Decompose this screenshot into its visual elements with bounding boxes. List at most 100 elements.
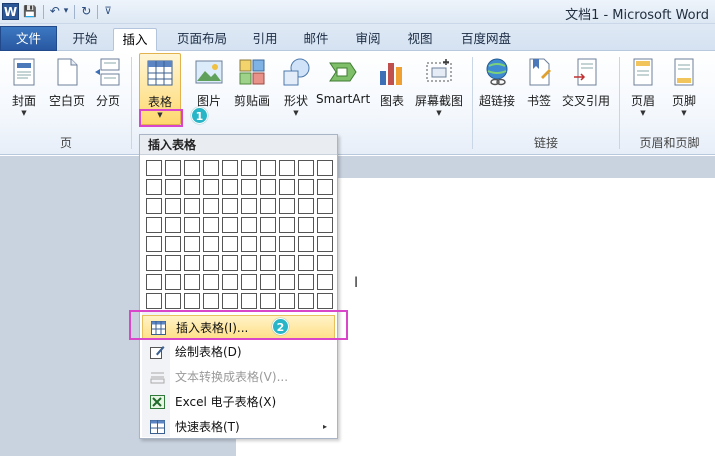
table-grid-cell[interactable] [260, 236, 276, 252]
table-grid-cell[interactable] [279, 255, 295, 271]
table-grid-cell[interactable] [279, 160, 295, 176]
table-grid-cell[interactable] [260, 198, 276, 214]
table-grid-cell[interactable] [260, 293, 276, 309]
table-grid-cell[interactable] [279, 198, 295, 214]
undo-icon[interactable]: ↶ [50, 3, 60, 20]
table-grid-cell[interactable] [146, 217, 162, 233]
table-grid-cell[interactable] [317, 198, 333, 214]
page-break-button[interactable]: 分页 [90, 55, 126, 119]
table-grid-cell[interactable] [241, 255, 257, 271]
table-grid-cell[interactable] [317, 217, 333, 233]
table-grid-cell[interactable] [165, 255, 181, 271]
tab-view[interactable]: 视图 [399, 28, 441, 51]
table-grid-cell[interactable] [317, 160, 333, 176]
table-grid-cell[interactable] [279, 274, 295, 290]
table-grid-cell[interactable] [184, 160, 200, 176]
cover-page-button[interactable]: 封面 ▼ [4, 55, 44, 119]
table-grid-cell[interactable] [165, 217, 181, 233]
tab-home[interactable]: 开始 [63, 28, 107, 51]
menu-item-excel-spreadsheet[interactable]: Excel 电子表格(X) [142, 390, 335, 414]
table-grid-cell[interactable] [222, 179, 238, 195]
table-grid-cell[interactable] [146, 255, 162, 271]
table-grid-cell[interactable] [165, 179, 181, 195]
table-grid-cell[interactable] [298, 255, 314, 271]
tab-page-layout[interactable]: 页面布局 [167, 28, 237, 51]
table-grid-cell[interactable] [222, 274, 238, 290]
table-grid-cell[interactable] [241, 293, 257, 309]
table-grid-cell[interactable] [222, 160, 238, 176]
table-grid-cell[interactable] [203, 217, 219, 233]
table-grid-cell[interactable] [241, 274, 257, 290]
table-grid-cell[interactable] [203, 160, 219, 176]
customize-qat-icon[interactable]: ⊽ [104, 3, 111, 20]
table-grid-cell[interactable] [165, 160, 181, 176]
table-grid-cell[interactable] [241, 198, 257, 214]
table-grid-cell[interactable] [298, 236, 314, 252]
table-grid-cell[interactable] [203, 293, 219, 309]
tab-mailings[interactable]: 邮件 [295, 28, 337, 51]
header-button[interactable]: 页眉 ▼ [624, 55, 662, 119]
bookmark-button[interactable]: 书签 [521, 55, 557, 119]
redo-icon[interactable]: ↻ [81, 3, 91, 20]
table-grid-cell[interactable] [260, 274, 276, 290]
table-grid-cell[interactable] [146, 274, 162, 290]
table-grid-cell[interactable] [317, 236, 333, 252]
table-grid-cell[interactable] [317, 179, 333, 195]
table-grid-cell[interactable] [146, 160, 162, 176]
clip-art-button[interactable]: 剪贴画 [230, 55, 274, 119]
save-icon[interactable]: 💾 [23, 3, 37, 20]
word-logo-icon[interactable]: W [2, 3, 19, 20]
table-grid-cell[interactable] [203, 179, 219, 195]
table-grid-cell[interactable] [260, 179, 276, 195]
table-grid-cell[interactable] [317, 274, 333, 290]
table-grid-cell[interactable] [165, 198, 181, 214]
tab-file[interactable]: 文件 [0, 26, 57, 51]
table-grid-cell[interactable] [203, 236, 219, 252]
table-grid-cell[interactable] [298, 198, 314, 214]
table-grid-cell[interactable] [203, 255, 219, 271]
table-grid-cell[interactable] [298, 293, 314, 309]
table-grid-cell[interactable] [279, 293, 295, 309]
table-grid-cell[interactable] [298, 274, 314, 290]
table-grid-cell[interactable] [298, 179, 314, 195]
table-grid-cell[interactable] [184, 274, 200, 290]
table-grid-cell[interactable] [241, 179, 257, 195]
tab-baidu-netdisk[interactable]: 百度网盘 [451, 28, 521, 51]
table-grid-cell[interactable] [184, 198, 200, 214]
table-grid-cell[interactable] [279, 179, 295, 195]
table-grid-cell[interactable] [184, 293, 200, 309]
table-grid-cell[interactable] [279, 236, 295, 252]
table-grid-cell[interactable] [146, 293, 162, 309]
tab-review[interactable]: 审阅 [347, 28, 389, 51]
table-grid-cell[interactable] [222, 217, 238, 233]
chart-button[interactable]: 图表 [374, 55, 410, 119]
table-grid-cell[interactable] [165, 274, 181, 290]
table-grid-cell[interactable] [203, 274, 219, 290]
shapes-button[interactable]: 形状 ▼ [278, 55, 314, 119]
table-grid-cell[interactable] [146, 179, 162, 195]
smartart-button[interactable]: SmartArt [316, 55, 370, 119]
menu-item-draw-table[interactable]: 绘制表格(D) [142, 340, 335, 364]
table-grid-cell[interactable] [222, 293, 238, 309]
table-grid-cell[interactable] [317, 293, 333, 309]
cross-reference-button[interactable]: 交叉引用 [560, 55, 612, 119]
tab-references[interactable]: 引用 [244, 28, 286, 51]
screenshot-button[interactable]: 屏幕截图 ▼ [412, 55, 466, 119]
table-grid-cell[interactable] [260, 217, 276, 233]
table-grid-cell[interactable] [317, 255, 333, 271]
table-grid-cell[interactable] [184, 255, 200, 271]
table-grid-cell[interactable] [165, 293, 181, 309]
table-grid-cell[interactable] [241, 217, 257, 233]
blank-page-button[interactable]: 空白页 [46, 55, 88, 119]
table-grid-cell[interactable] [241, 160, 257, 176]
tab-insert[interactable]: 插入 [113, 28, 157, 51]
table-grid-cell[interactable] [260, 255, 276, 271]
table-grid-cell[interactable] [241, 236, 257, 252]
table-grid-cell[interactable] [279, 217, 295, 233]
table-grid-cell[interactable] [260, 160, 276, 176]
table-grid-cell[interactable] [222, 198, 238, 214]
table-grid-cell[interactable] [222, 255, 238, 271]
table-grid-cell[interactable] [298, 160, 314, 176]
table-grid-cell[interactable] [184, 236, 200, 252]
table-grid-cell[interactable] [184, 217, 200, 233]
